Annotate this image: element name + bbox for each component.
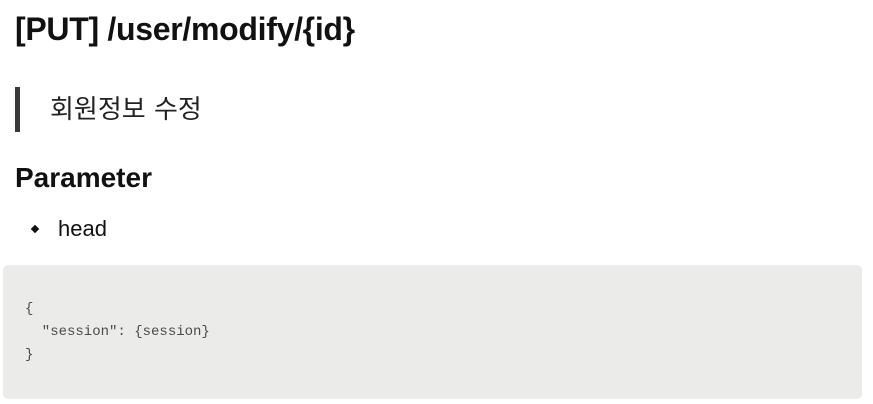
parameter-list: head	[30, 213, 107, 245]
bullet-icon	[30, 224, 40, 234]
description-blockquote: 회원정보 수정	[15, 87, 515, 132]
code-block: { "session": {session} }	[3, 265, 862, 399]
api-doc-page: [PUT] /user/modify/{id} 회원정보 수정 Paramete…	[0, 0, 873, 404]
list-item: head	[30, 213, 107, 245]
code-line: {	[25, 301, 34, 317]
code-line: }	[25, 347, 34, 363]
parameter-heading: Parameter	[15, 162, 152, 193]
code-line: "session": {session}	[25, 324, 210, 340]
parameter-label: head	[58, 216, 107, 241]
endpoint-title: [PUT] /user/modify/{id}	[15, 11, 355, 47]
description-text: 회원정보 수정	[50, 94, 202, 125]
